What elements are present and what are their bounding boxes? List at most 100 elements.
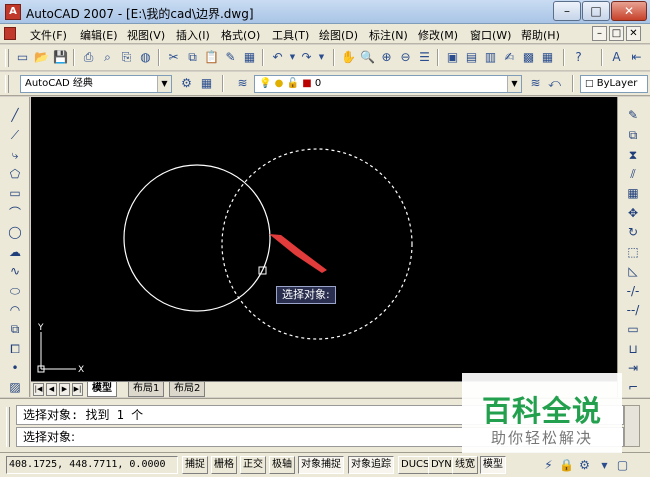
- point-icon[interactable]: •: [6, 360, 24, 377]
- chevron-down-icon[interactable]: ▼: [157, 76, 171, 92]
- tab-layout1[interactable]: 布局1: [128, 382, 165, 397]
- open-icon[interactable]: 📂: [33, 49, 50, 66]
- layer-previous-icon[interactable]: ⤺: [546, 75, 563, 92]
- construction-line-icon[interactable]: ⟋: [6, 127, 24, 144]
- circle-right-selected[interactable]: [221, 148, 413, 340]
- tab-first-button[interactable]: |◀: [33, 383, 44, 396]
- quick-calc-icon[interactable]: ▩: [520, 49, 537, 66]
- new-file-icon[interactable]: ▭: [14, 49, 31, 66]
- make-block-icon[interactable]: ⧠: [6, 341, 24, 358]
- save-workspace-icon[interactable]: ▦: [198, 75, 215, 92]
- join-icon[interactable]: ⊔: [624, 341, 642, 358]
- markup-icon[interactable]: ✍: [501, 49, 518, 66]
- chamfer-icon[interactable]: ⇥: [624, 360, 642, 377]
- clean-screen-icon[interactable]: ▢: [614, 457, 631, 474]
- zoom-realtime-icon[interactable]: 🔍: [359, 49, 376, 66]
- menu-view[interactable]: 视图(V): [127, 27, 165, 43]
- arc-icon[interactable]: ⌒: [6, 205, 24, 222]
- menu-edit[interactable]: 编辑(E): [80, 27, 118, 43]
- move-icon[interactable]: ✥: [624, 205, 642, 222]
- redo-dropdown-icon[interactable]: ▼: [313, 49, 330, 66]
- menu-dimension[interactable]: 标注(N): [369, 27, 408, 43]
- tray-settings-icon[interactable]: ⚙: [576, 457, 593, 474]
- rotate-icon[interactable]: ↻: [624, 224, 642, 241]
- menu-help[interactable]: 帮助(H): [521, 27, 560, 43]
- polygon-icon[interactable]: ⬠: [6, 166, 24, 183]
- pan-icon[interactable]: ✋: [340, 49, 357, 66]
- doc-restore-button[interactable]: □: [609, 26, 624, 41]
- zoom-previous-icon[interactable]: ⊖: [397, 49, 414, 66]
- block-editor-icon[interactable]: ▦: [241, 49, 258, 66]
- menu-insert[interactable]: 插入(I): [176, 27, 210, 43]
- lock-toolbar-icon[interactable]: 🔒: [558, 457, 575, 474]
- scale-icon[interactable]: ⬚: [624, 244, 642, 261]
- toolbar-grip[interactable]: [5, 75, 9, 93]
- status-menu-arrow-icon[interactable]: ▼: [596, 457, 613, 474]
- copy-icon[interactable]: ⧉: [184, 49, 201, 66]
- dyn-toggle[interactable]: DYN: [428, 456, 455, 474]
- communication-icon[interactable]: ⚡: [540, 457, 557, 474]
- properties-icon[interactable]: ☰: [416, 49, 433, 66]
- circle-icon[interactable]: ◯: [6, 224, 24, 241]
- print-icon[interactable]: ⎙: [80, 49, 97, 66]
- calculator-icon[interactable]: ▦: [539, 49, 556, 66]
- dimension-style-icon[interactable]: ⇤: [628, 49, 645, 66]
- snap-toggle[interactable]: 捕捉: [182, 456, 208, 474]
- publish-icon[interactable]: ⎘: [118, 49, 135, 66]
- cut-icon[interactable]: ✂: [165, 49, 182, 66]
- text-style-icon[interactable]: A: [608, 49, 625, 66]
- tool-palettes-icon[interactable]: ▤: [463, 49, 480, 66]
- hatch-icon[interactable]: ▨: [6, 379, 24, 396]
- layer-manager-icon[interactable]: ≋: [234, 75, 251, 92]
- menu-modify[interactable]: 修改(M): [418, 27, 458, 43]
- line-icon[interactable]: ╱: [6, 107, 24, 124]
- workspace-select[interactable]: AutoCAD 经典 ▼: [20, 75, 172, 93]
- circle-left[interactable]: [123, 164, 271, 312]
- zoom-window-icon[interactable]: ⊕: [378, 49, 395, 66]
- copy-object-icon[interactable]: ⧉: [624, 127, 642, 144]
- autocad-app-icon[interactable]: A: [5, 4, 21, 20]
- preview-icon[interactable]: ⌕: [99, 49, 116, 66]
- close-button[interactable]: ✕: [611, 1, 647, 21]
- color-select[interactable]: □ ByLayer: [580, 75, 648, 93]
- save-icon[interactable]: 💾: [52, 49, 69, 66]
- menu-window[interactable]: 窗口(W): [470, 27, 511, 43]
- osnap-toggle[interactable]: 对象捕捉: [298, 456, 344, 474]
- paste-icon[interactable]: 📋: [203, 49, 220, 66]
- coordinate-readout[interactable]: 408.1725, 448.7711, 0.0000: [6, 456, 178, 474]
- menu-format[interactable]: 格式(O): [221, 27, 260, 43]
- model-space-toggle[interactable]: 模型: [480, 456, 506, 474]
- break-icon[interactable]: ▭: [624, 321, 642, 338]
- tab-model[interactable]: 模型: [87, 382, 117, 397]
- array-icon[interactable]: ▦: [624, 185, 642, 202]
- command-scrollbar[interactable]: [624, 405, 640, 447]
- lineweight-toggle[interactable]: 线宽: [452, 456, 478, 474]
- revision-cloud-icon[interactable]: ☁: [6, 244, 24, 261]
- extend-icon[interactable]: --/: [624, 302, 642, 319]
- spline-icon[interactable]: ∿: [6, 263, 24, 280]
- insert-block-icon[interactable]: ⧉: [6, 321, 24, 338]
- workspace-settings-icon[interactable]: ⚙: [178, 75, 195, 92]
- ortho-toggle[interactable]: 正交: [240, 456, 266, 474]
- erase-icon[interactable]: ✎: [624, 107, 642, 124]
- tab-prev-button[interactable]: ◀: [46, 383, 57, 396]
- drawing-canvas[interactable]: Y X 选择对象:: [31, 97, 617, 381]
- maximize-button[interactable]: □: [582, 1, 610, 21]
- minimize-button[interactable]: –: [553, 1, 581, 21]
- tab-layout2[interactable]: 布局2: [169, 382, 206, 397]
- otrack-toggle[interactable]: 对象追踪: [348, 456, 394, 474]
- document-icon[interactable]: [4, 27, 16, 40]
- polyline-icon[interactable]: ⤷: [6, 147, 24, 164]
- matchprop-icon[interactable]: ✎: [222, 49, 239, 66]
- command-window-grip[interactable]: [6, 407, 10, 447]
- make-layer-current-icon[interactable]: ≋: [527, 75, 544, 92]
- menu-file[interactable]: 文件(F): [30, 27, 67, 43]
- design-center-icon[interactable]: ▣: [444, 49, 461, 66]
- polar-toggle[interactable]: 极轴: [269, 456, 295, 474]
- chevron-down-icon[interactable]: ▼: [507, 76, 521, 92]
- offset-icon[interactable]: ⫽: [624, 166, 642, 183]
- doc-close-button[interactable]: ✕: [626, 26, 641, 41]
- stretch-icon[interactable]: ◺: [624, 263, 642, 280]
- plot-icon[interactable]: ◍: [137, 49, 154, 66]
- menu-tools[interactable]: 工具(T): [272, 27, 309, 43]
